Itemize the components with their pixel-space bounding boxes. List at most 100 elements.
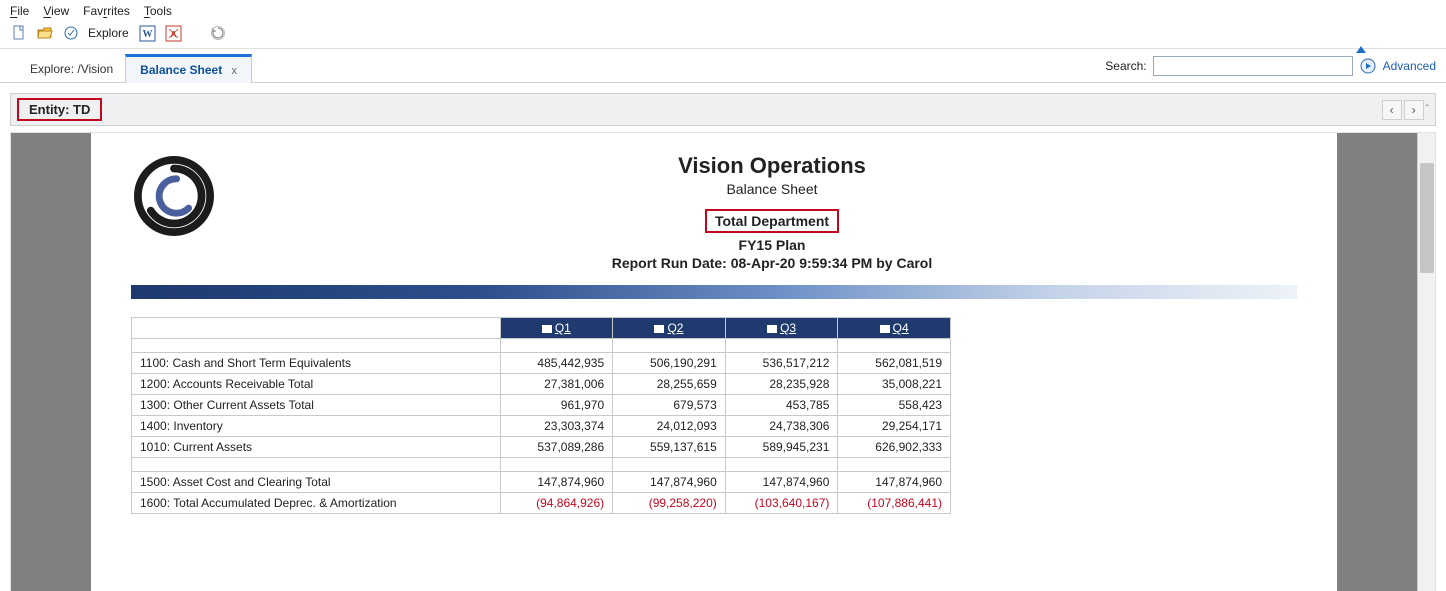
search-go-icon[interactable]	[1359, 57, 1377, 75]
open-folder-icon[interactable]	[36, 24, 54, 42]
cell-value: 35,008,221	[838, 374, 951, 395]
tabs: Explore: /Vision Balance Sheet x	[10, 53, 252, 82]
sort-icon	[654, 325, 664, 333]
cell-value: (103,640,167)	[725, 493, 838, 514]
advanced-link[interactable]: Advanced	[1383, 59, 1436, 73]
cell-value: 28,235,928	[725, 374, 838, 395]
viewer-gutter-left	[11, 133, 91, 591]
row-label: 1100: Cash and Short Term Equivalents	[132, 353, 501, 374]
col-q3[interactable]: Q3	[725, 318, 838, 339]
cell-value: (94,864,926)	[500, 493, 613, 514]
cell-value: 485,442,935	[500, 353, 613, 374]
row-label: 1500: Asset Cost and Clearing Total	[132, 472, 501, 493]
cell-value: 147,874,960	[500, 472, 613, 493]
table-row: 1200: Accounts Receivable Total27,381,00…	[132, 374, 951, 395]
col-q1[interactable]: Q1	[500, 318, 613, 339]
refresh-icon[interactable]	[209, 24, 227, 42]
report-titles: Vision Operations Balance Sheet Total De…	[247, 153, 1297, 271]
cell-value: 562,081,519	[838, 353, 951, 374]
balance-sheet-table: Q1 Q2 Q3 Q4 1100: Cash and Short Term Eq…	[131, 317, 951, 514]
vertical-scrollbar[interactable]	[1417, 133, 1435, 591]
cell-value: 147,874,960	[725, 472, 838, 493]
report-title: Vision Operations	[247, 153, 1297, 179]
cell-value: 29,254,171	[838, 416, 951, 437]
report-department: Total Department	[705, 209, 839, 233]
viewer-gutter-right	[1337, 133, 1417, 591]
word-export-icon[interactable]: W	[139, 24, 157, 42]
svg-text:W: W	[143, 29, 153, 40]
table-row: 1600: Total Accumulated Deprec. & Amorti…	[132, 493, 951, 514]
table-row: 1010: Current Assets537,089,286559,137,6…	[132, 437, 951, 458]
report-subtitle: Balance Sheet	[247, 181, 1297, 197]
cell-value: 536,517,212	[725, 353, 838, 374]
search-label: Search:	[1105, 59, 1146, 73]
tab-close-icon[interactable]: x	[232, 65, 238, 77]
cell-value: 24,738,306	[725, 416, 838, 437]
sort-icon	[767, 325, 777, 333]
tab-label: Balance Sheet	[140, 63, 222, 77]
cell-value: 679,573	[613, 395, 726, 416]
cell-value: (107,886,441)	[838, 493, 951, 514]
app-root: { "menu": { "file": "File", "view": "Vie…	[0, 0, 1446, 591]
explore-icon[interactable]	[62, 24, 80, 42]
cell-value: 558,423	[838, 395, 951, 416]
scrollbar-thumb[interactable]	[1420, 163, 1434, 273]
row-label: 1300: Other Current Assets Total	[132, 395, 501, 416]
cell-value: 626,902,333	[838, 437, 951, 458]
toolbar: Explore W A	[0, 20, 1446, 49]
cell-value: 961,970	[500, 395, 613, 416]
cell-value: 506,190,291	[613, 353, 726, 374]
menu-view[interactable]: View	[43, 4, 69, 18]
cell-value: 28,255,659	[613, 374, 726, 395]
menu-favorites[interactable]: Favrrites	[83, 4, 130, 18]
row-label: 1600: Total Accumulated Deprec. & Amorti…	[132, 493, 501, 514]
cell-value: 537,089,286	[500, 437, 613, 458]
page-next-button[interactable]: ›	[1404, 100, 1424, 120]
new-document-icon[interactable]	[10, 24, 28, 42]
entity-selector[interactable]: Entity: TD	[17, 98, 102, 121]
report-page: Vision Operations Balance Sheet Total De…	[91, 133, 1337, 591]
row-label: 1200: Accounts Receivable Total	[132, 374, 501, 395]
cell-value: 23,303,374	[500, 416, 613, 437]
cell-value: 559,137,615	[613, 437, 726, 458]
gradient-divider	[131, 285, 1297, 299]
table-row: 1400: Inventory23,303,37424,012,09324,73…	[132, 416, 951, 437]
table-row: 1300: Other Current Assets Total961,9706…	[132, 395, 951, 416]
search-area: Search: Advanced	[1105, 56, 1436, 82]
cell-value: 453,785	[725, 395, 838, 416]
search-input[interactable]	[1153, 56, 1353, 76]
cell-value: 589,945,231	[725, 437, 838, 458]
report-header: Vision Operations Balance Sheet Total De…	[131, 153, 1297, 271]
row-label: 1400: Inventory	[132, 416, 501, 437]
table-row: 1500: Asset Cost and Clearing Total147,8…	[132, 472, 951, 493]
caret-icon: ˆ	[1426, 104, 1429, 115]
company-logo-icon	[131, 153, 217, 239]
cell-value: 27,381,006	[500, 374, 613, 395]
col-q2[interactable]: Q2	[613, 318, 726, 339]
table-row: 1100: Cash and Short Term Equivalents485…	[132, 353, 951, 374]
report-run-info: Report Run Date: 08-Apr-20 9:59:34 PM by…	[247, 255, 1297, 271]
page-prev-button[interactable]: ‹	[1382, 100, 1402, 120]
breadcrumb[interactable]: Explore: /Vision	[10, 56, 125, 82]
pdf-export-icon[interactable]: A	[165, 24, 183, 42]
entity-bar: Entity: TD ‹ › ˆ	[10, 93, 1436, 126]
report-plan: FY15 Plan	[247, 237, 1297, 253]
cell-value: 147,874,960	[838, 472, 951, 493]
table-row	[132, 458, 951, 472]
tab-balance-sheet[interactable]: Balance Sheet x	[125, 54, 252, 83]
table-corner	[132, 318, 501, 339]
menu-tools[interactable]: Tools	[144, 4, 172, 18]
col-q4[interactable]: Q4	[838, 318, 951, 339]
cell-value: 24,012,093	[613, 416, 726, 437]
entity-nav: ‹ › ˆ	[1382, 100, 1429, 120]
menu-bar: File View Favrrites Tools	[0, 0, 1446, 20]
sort-icon	[880, 325, 890, 333]
report-viewer: Vision Operations Balance Sheet Total De…	[10, 132, 1436, 591]
row-label: 1010: Current Assets	[132, 437, 501, 458]
cell-value: 147,874,960	[613, 472, 726, 493]
tab-row: Explore: /Vision Balance Sheet x Search:…	[0, 53, 1446, 83]
cell-value: (99,258,220)	[613, 493, 726, 514]
menu-file[interactable]: File	[10, 4, 29, 18]
svg-text:A: A	[171, 30, 177, 39]
explore-label: Explore	[88, 26, 129, 40]
